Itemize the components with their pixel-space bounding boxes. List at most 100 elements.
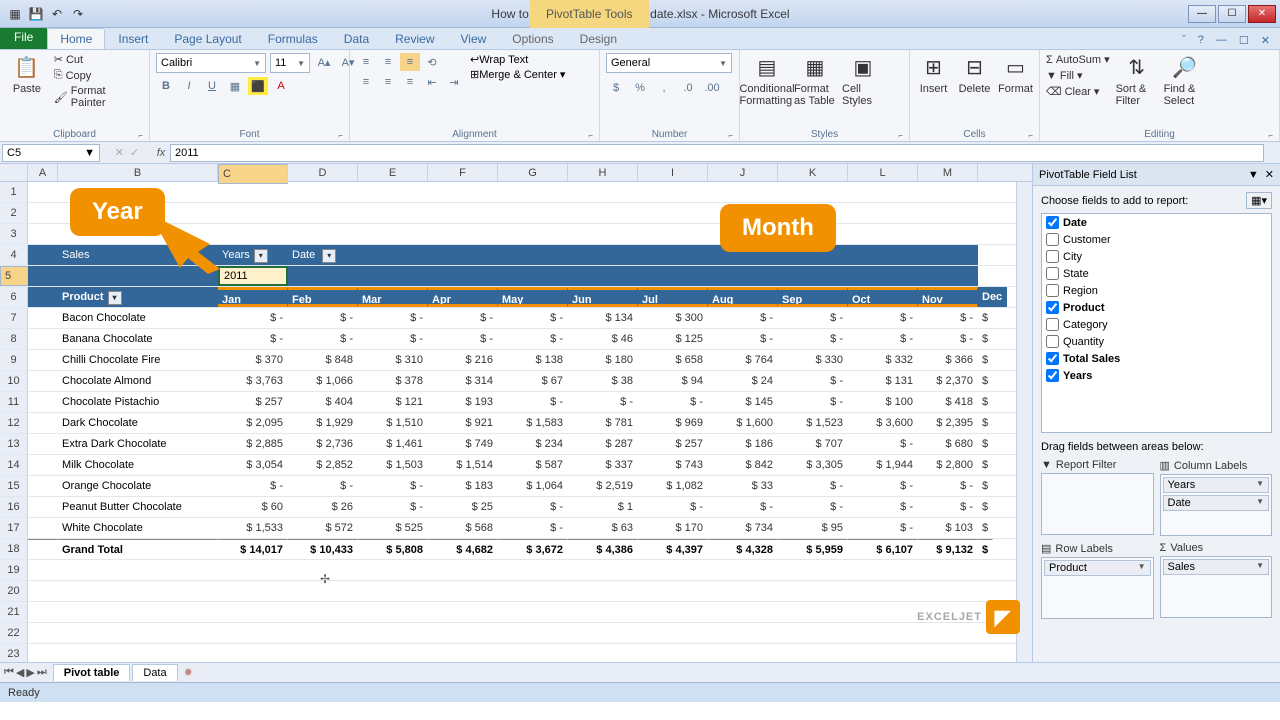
align-top-icon[interactable]: ≡ xyxy=(356,53,376,71)
col-header-J[interactable]: J xyxy=(708,164,778,181)
find-select-button[interactable]: 🔎Find & Select xyxy=(1164,53,1206,107)
col-header-B[interactable]: B xyxy=(58,164,218,181)
tab-page-layout[interactable]: Page Layout xyxy=(161,28,254,49)
window-close-icon[interactable]: ✕ xyxy=(1257,32,1274,49)
area-report-filter[interactable] xyxy=(1041,473,1154,535)
new-sheet-icon[interactable]: ✸ xyxy=(178,666,199,679)
align-left-icon[interactable]: ≡ xyxy=(356,73,376,91)
align-right-icon[interactable]: ≡ xyxy=(400,73,420,91)
tab-data[interactable]: Data xyxy=(331,28,382,49)
field-checkbox[interactable] xyxy=(1046,318,1059,331)
field-checklist[interactable]: DateCustomerCityStateRegionProductCatego… xyxy=(1041,213,1272,433)
name-box[interactable]: C5▼ xyxy=(2,144,100,162)
format-painter-button[interactable]: 🖌Format Painter xyxy=(54,85,143,109)
help-icon[interactable]: ? xyxy=(1194,32,1208,49)
field-checkbox[interactable] xyxy=(1046,233,1059,246)
worksheet-grid[interactable]: ABCDEFGHIJKLM 1234SalesYears▾Date ▾52011… xyxy=(0,164,1032,662)
col-header-E[interactable]: E xyxy=(358,164,428,181)
area-row-labels[interactable]: Product▼ xyxy=(1041,557,1154,619)
indent-dec-icon[interactable]: ⇤ xyxy=(422,73,442,91)
tab-formulas[interactable]: Formulas xyxy=(255,28,331,49)
tab-view[interactable]: View xyxy=(448,28,500,49)
autosum-button[interactable]: ΣAutoSum ▾ xyxy=(1046,53,1110,66)
col-header-A[interactable]: A xyxy=(28,164,58,181)
col-header-D[interactable]: D xyxy=(288,164,358,181)
col-header-I[interactable]: I xyxy=(638,164,708,181)
area-chip[interactable]: Years▼ xyxy=(1163,477,1270,493)
align-center-icon[interactable]: ≡ xyxy=(378,73,398,91)
undo-icon[interactable]: ↶ xyxy=(48,5,66,23)
tab-nav-last[interactable]: ⏭ xyxy=(37,666,47,679)
tab-review[interactable]: Review xyxy=(382,28,447,49)
col-header-L[interactable]: L xyxy=(848,164,918,181)
field-checkbox[interactable] xyxy=(1046,352,1059,365)
border-button[interactable]: ▦ xyxy=(225,77,245,95)
sheet-tab-data[interactable]: Data xyxy=(132,664,177,681)
italic-button[interactable]: I xyxy=(179,77,199,95)
tab-options[interactable]: Options xyxy=(499,28,566,49)
font-size-select[interactable]: 11▼ xyxy=(270,53,310,73)
insert-cells-button[interactable]: ⊞Insert xyxy=(916,53,951,95)
panel-dropdown-icon[interactable]: ▼ xyxy=(1248,169,1259,181)
wrap-text-button[interactable]: ↩Wrap Text xyxy=(470,53,565,66)
font-color-button[interactable]: A xyxy=(271,77,291,95)
paste-button[interactable]: 📋Paste xyxy=(6,53,48,95)
area-column-labels[interactable]: Years▼ Date▼ xyxy=(1160,474,1273,536)
clear-button[interactable]: ⌫Clear ▾ xyxy=(1046,85,1110,98)
tab-nav-prev[interactable]: ◀ xyxy=(16,666,24,679)
align-middle-icon[interactable]: ≡ xyxy=(378,53,398,71)
grow-font-icon[interactable]: A▴ xyxy=(314,53,334,71)
field-checkbox[interactable] xyxy=(1046,284,1059,297)
field-checkbox[interactable] xyxy=(1046,369,1059,382)
delete-cells-button[interactable]: ⊟Delete xyxy=(957,53,992,95)
window-min-icon[interactable]: — xyxy=(1212,32,1231,49)
tab-insert[interactable]: Insert xyxy=(105,28,161,49)
col-header-G[interactable]: G xyxy=(498,164,568,181)
copy-button[interactable]: ⎘Copy xyxy=(54,69,143,82)
area-values[interactable]: Sales▼ xyxy=(1160,556,1273,618)
merge-center-button[interactable]: ⊞Merge & Center ▾ xyxy=(470,68,565,81)
maximize-button[interactable]: ☐ xyxy=(1218,5,1246,23)
minimize-button[interactable]: — xyxy=(1188,5,1216,23)
comma-icon[interactable]: , xyxy=(654,79,674,97)
bold-button[interactable]: B xyxy=(156,77,176,95)
tab-home[interactable]: Home xyxy=(47,28,105,49)
sort-filter-button[interactable]: ⇅Sort & Filter xyxy=(1116,53,1158,107)
field-checkbox[interactable] xyxy=(1046,335,1059,348)
align-bottom-icon[interactable]: ≡ xyxy=(400,53,420,71)
conditional-formatting-button[interactable]: ▤Conditional Formatting xyxy=(746,53,788,107)
minimize-ribbon-icon[interactable]: ˇ xyxy=(1178,32,1190,49)
format-as-table-button[interactable]: ▦Format as Table xyxy=(794,53,836,107)
col-header-C[interactable]: C xyxy=(218,164,288,184)
field-checkbox[interactable] xyxy=(1046,267,1059,280)
window-restore-icon[interactable]: ☐ xyxy=(1235,32,1253,49)
fx-icon[interactable]: fx xyxy=(152,147,170,159)
number-format-select[interactable]: General▼ xyxy=(606,53,732,73)
cell-styles-button[interactable]: ▣Cell Styles xyxy=(842,53,884,107)
col-header-F[interactable]: F xyxy=(428,164,498,181)
underline-button[interactable]: U xyxy=(202,77,222,95)
percent-icon[interactable]: % xyxy=(630,79,650,97)
formula-input[interactable]: 2011 xyxy=(170,144,1264,162)
indent-inc-icon[interactable]: ⇥ xyxy=(444,73,464,91)
tab-design[interactable]: Design xyxy=(567,28,630,49)
fill-button[interactable]: ▼Fill ▾ xyxy=(1046,69,1110,82)
field-checkbox[interactable] xyxy=(1046,250,1059,263)
sheet-tab-pivot[interactable]: Pivot table xyxy=(53,664,131,681)
tab-file[interactable]: File xyxy=(0,27,47,49)
col-header-H[interactable]: H xyxy=(568,164,638,181)
panel-close-icon[interactable]: ✕ xyxy=(1265,168,1274,181)
redo-icon[interactable]: ↷ xyxy=(69,5,87,23)
dec-decimal-icon[interactable]: .00 xyxy=(702,79,722,97)
orientation-icon[interactable]: ⟲ xyxy=(422,53,442,71)
cut-button[interactable]: ✂Cut xyxy=(54,53,143,66)
currency-icon[interactable]: $ xyxy=(606,79,626,97)
tab-nav-first[interactable]: ⏮ xyxy=(4,666,14,679)
format-cells-button[interactable]: ▭Format xyxy=(998,53,1033,95)
col-header-K[interactable]: K xyxy=(778,164,848,181)
tab-nav-next[interactable]: ▶ xyxy=(26,666,34,679)
area-chip[interactable]: Date▼ xyxy=(1163,495,1270,511)
col-header-M[interactable]: M xyxy=(918,164,978,181)
font-name-select[interactable]: Calibri▼ xyxy=(156,53,266,73)
fill-color-button[interactable]: ⬛ xyxy=(248,77,268,95)
